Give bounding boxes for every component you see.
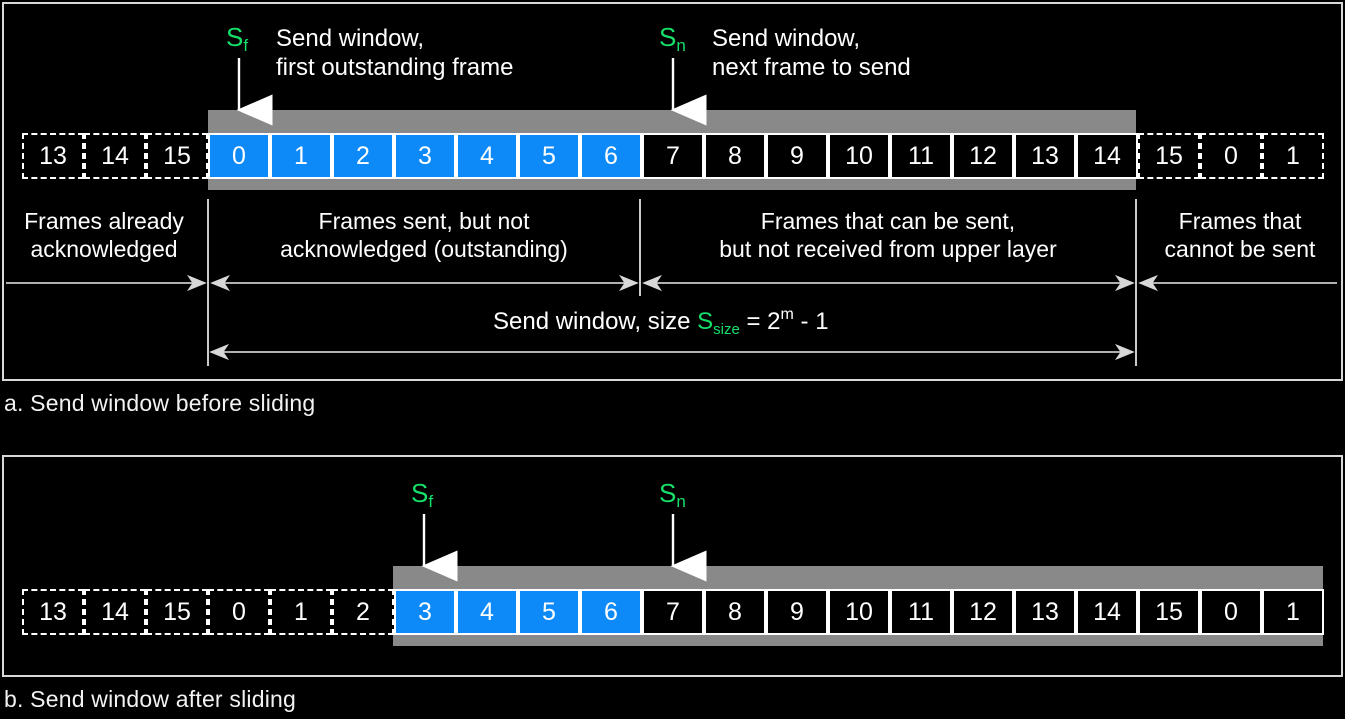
frame-cell[interactable]: 14 (84, 133, 146, 179)
frame-cell[interactable]: 8 (704, 589, 766, 635)
pointer-label-sn-b: Sn (659, 478, 686, 510)
frame-cell[interactable]: 13 (1014, 589, 1076, 635)
frame-cell[interactable]: 13 (22, 133, 84, 179)
frame-cell[interactable]: 2 (332, 589, 394, 635)
frame-cell[interactable]: 13 (22, 589, 84, 635)
caption-panel-a: a. Send window before sliding (4, 390, 316, 416)
formula-prefix: Send window, size (493, 308, 698, 335)
frame-cell[interactable]: 9 (766, 589, 828, 635)
pointer-sn-base-b: S (659, 478, 677, 508)
formula-symbol-sub: size (713, 321, 740, 338)
formula-symbol-base: S (697, 308, 714, 335)
pointer-sn-sub-b: n (676, 492, 686, 511)
pointer-label-sn-a: Sn (659, 22, 686, 54)
frame-cell[interactable]: 5 (518, 589, 580, 635)
region-label-outstanding-a: Frames sent, but not acknowledged (outst… (280, 208, 568, 262)
frame-cell[interactable]: 5 (518, 133, 580, 179)
frame-cell[interactable]: 1 (1262, 589, 1324, 635)
frame-cell[interactable]: 13 (1014, 133, 1076, 179)
frame-cell[interactable]: 2 (332, 133, 394, 179)
formula-exponent: m (780, 306, 794, 323)
frame-cell[interactable]: 14 (1076, 589, 1138, 635)
frame-cell[interactable]: 15 (146, 133, 208, 179)
frame-cell[interactable]: 4 (456, 589, 518, 635)
frame-cell[interactable]: 1 (270, 133, 332, 179)
pointer-sf-base-b: S (411, 478, 429, 508)
frame-cell[interactable]: 0 (1200, 133, 1262, 179)
caption-panel-b: b. Send window after sliding (4, 686, 296, 712)
frame-cell[interactable]: 1 (1262, 133, 1324, 179)
frame-cell[interactable]: 9 (766, 133, 828, 179)
frame-cell[interactable]: 0 (208, 589, 270, 635)
region-label-cannot-send-a: Frames that cannot be sent (1164, 208, 1316, 262)
frame-cell[interactable]: 7 (642, 589, 704, 635)
frame-cell[interactable]: 0 (1200, 589, 1262, 635)
frame-cell[interactable]: 11 (890, 589, 952, 635)
frame-cell[interactable]: 11 (890, 133, 952, 179)
frame-cell[interactable]: 0 (208, 133, 270, 179)
frame-cell[interactable]: 14 (84, 589, 146, 635)
formula-symbol: Ssize (697, 308, 740, 338)
send-window-size-formula: Send window, size Ssize = 2m - 1 (493, 307, 829, 338)
formula-equals: = 2 (739, 308, 781, 335)
frame-cell[interactable]: 3 (394, 589, 456, 635)
frame-cell[interactable]: 15 (1138, 589, 1200, 635)
region-label-sendable-a: Frames that can be sent, but not receive… (719, 208, 1057, 262)
pointer-sf-base-a: S (226, 22, 244, 52)
pointer-text-sf-a: Send window, first outstanding frame (276, 25, 514, 82)
frame-cell[interactable]: 12 (952, 589, 1014, 635)
pointer-sn-sub-a: n (676, 36, 686, 55)
frame-cell[interactable]: 8 (704, 133, 766, 179)
region-label-acknowledged-a: Frames already acknowledged (24, 208, 184, 262)
pointer-sn-base-a: S (659, 22, 677, 52)
pointer-sf-sub-a: f (243, 36, 249, 55)
frame-cell[interactable]: 4 (456, 133, 518, 179)
frame-cell[interactable]: 14 (1076, 133, 1138, 179)
formula-suffix: - 1 (793, 308, 829, 335)
frame-cell[interactable]: 6 (580, 133, 642, 179)
frame-cell[interactable]: 12 (952, 133, 1014, 179)
frame-cell[interactable]: 10 (828, 133, 890, 179)
pointer-sf-sub-b: f (428, 492, 434, 511)
pointer-label-sf-b: Sf (411, 478, 433, 510)
frame-cell[interactable]: 1 (270, 589, 332, 635)
frame-cell[interactable]: 15 (1138, 133, 1200, 179)
pointer-label-sf-a: Sf (226, 22, 248, 54)
frame-cell[interactable]: 10 (828, 589, 890, 635)
frame-cell[interactable]: 6 (580, 589, 642, 635)
pointer-text-sn-a: Send window, next frame to send (712, 25, 911, 82)
frame-cell[interactable]: 7 (642, 133, 704, 179)
diagram-root: Sf Send window, first outstanding frame … (0, 0, 1345, 719)
frame-cell[interactable]: 3 (394, 133, 456, 179)
frame-cell[interactable]: 15 (146, 589, 208, 635)
